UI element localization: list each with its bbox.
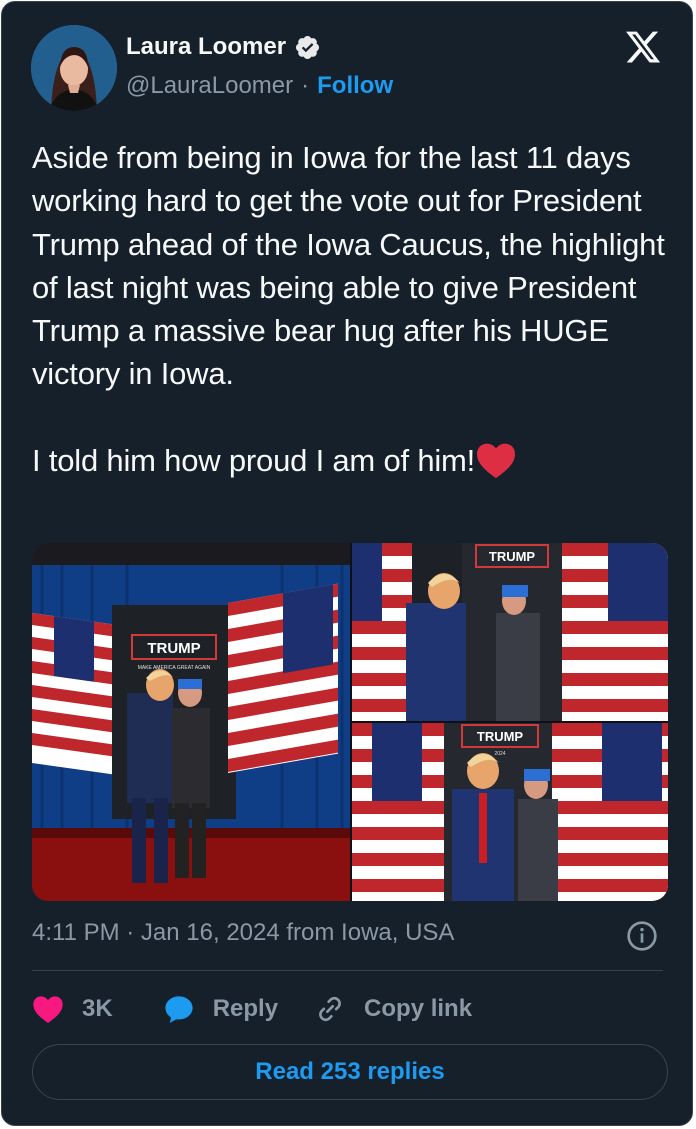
reply-button[interactable]: Reply bbox=[163, 993, 278, 1025]
copy-link-button[interactable]: Copy link bbox=[314, 993, 472, 1025]
like-count: 3K bbox=[82, 995, 113, 1022]
x-logo-icon[interactable] bbox=[623, 28, 663, 66]
photo-posing[interactable]: TRUMP 2024 bbox=[352, 723, 668, 901]
copy-link-label: Copy link bbox=[364, 995, 473, 1022]
sign-slogan-1: MAKE AMERICA GREAT AGAIN bbox=[138, 665, 211, 671]
action-bar: 3K Reply Copy link bbox=[32, 987, 508, 1031]
author-name-row[interactable]: Laura Loomer bbox=[126, 33, 321, 61]
sign-trump-3: TRUMP bbox=[477, 729, 524, 744]
heart-icon bbox=[33, 996, 63, 1023]
tweet-timestamp[interactable]: 4:11 PM · Jan 16, 2024 from Iowa, USA bbox=[32, 919, 454, 947]
avatar[interactable] bbox=[31, 25, 117, 111]
handle-row: @LauraLoomer · Follow bbox=[126, 72, 393, 100]
follow-button[interactable]: Follow bbox=[317, 72, 393, 100]
tweet-text: Aside from being in Iowa for the last 11… bbox=[32, 136, 672, 482]
photo-hug[interactable]: TRUMP MAKE AMERICA GREAT AGAIN bbox=[32, 543, 350, 901]
reply-label: Reply bbox=[212, 995, 279, 1022]
reply-bubble-icon bbox=[165, 996, 193, 1023]
sign-trump-2: TRUMP bbox=[489, 549, 536, 564]
tweet-body: Aside from being in Iowa for the last 11… bbox=[32, 140, 665, 479]
separator-dot: · bbox=[301, 72, 310, 99]
divider bbox=[32, 970, 663, 971]
author-name[interactable]: Laura Loomer bbox=[126, 33, 286, 61]
verified-icon bbox=[296, 35, 320, 59]
like-button[interactable]: 3K bbox=[32, 994, 113, 1024]
sign-trump-1: TRUMP bbox=[147, 640, 200, 657]
red-heart-emoji bbox=[477, 443, 516, 479]
author-handle[interactable]: @LauraLoomer bbox=[126, 72, 293, 100]
media-grid[interactable]: TRUMP MAKE AMERICA GREAT AGAIN TRUMP TRU… bbox=[32, 543, 668, 901]
sign-year-3: 2024 bbox=[494, 751, 505, 757]
photo-greeting[interactable]: TRUMP bbox=[352, 543, 668, 721]
link-icon bbox=[319, 996, 341, 1022]
info-icon[interactable] bbox=[626, 920, 658, 952]
tweet-card: Laura Loomer @LauraLoomer · Follow Aside… bbox=[1, 1, 693, 1126]
read-replies-button[interactable]: Read 253 replies bbox=[32, 1044, 668, 1100]
